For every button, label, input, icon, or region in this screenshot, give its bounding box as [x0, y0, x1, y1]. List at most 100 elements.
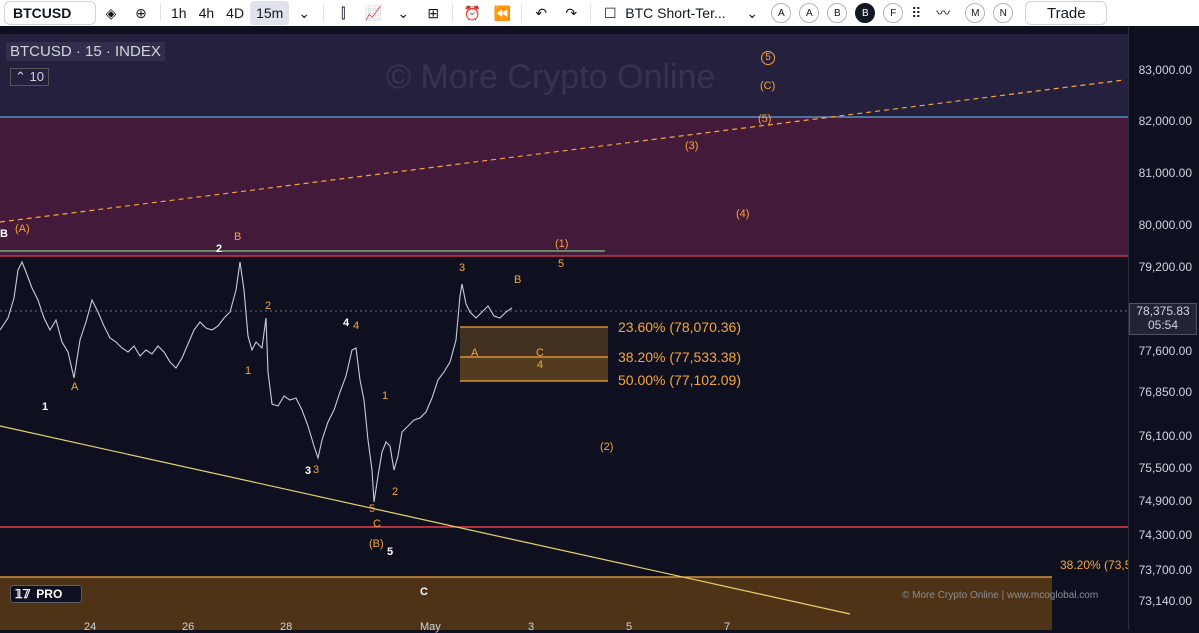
wave-label: (2): [600, 441, 614, 453]
indicator-count: 10: [29, 69, 44, 84]
wave-label: C: [373, 518, 381, 530]
fib-label-236: 23.60% (78,070.36): [618, 319, 741, 335]
wave-label: 2: [216, 243, 223, 255]
support-zone-bottom: [0, 577, 1052, 630]
divider: [323, 4, 325, 22]
time-tick: 7: [724, 621, 731, 633]
letter-button-m[interactable]: M: [965, 3, 986, 23]
chevron-down-icon[interactable]: ⌄: [388, 0, 418, 26]
timeframe-4h[interactable]: 4h: [193, 0, 221, 26]
price-tick: 82,000.00: [1138, 114, 1192, 128]
price-tick: 76,100.00: [1138, 429, 1192, 443]
wave-tool-icon[interactable]: 〰: [925, 0, 961, 26]
price-tick: 73,140.00: [1138, 594, 1192, 608]
price-tick: 73,700.00: [1138, 563, 1192, 577]
wave-label: 5: [558, 258, 565, 270]
price-tick: 81,000.00: [1138, 166, 1192, 180]
letter-button-b-selected[interactable]: B: [855, 3, 876, 23]
wave-label: B: [234, 231, 242, 243]
wave-label: (5): [758, 113, 772, 125]
time-tick: 28: [280, 621, 293, 633]
wave-label: (3): [685, 140, 699, 152]
resistance-zone-main: [0, 117, 1128, 256]
wave-label: 1: [42, 401, 49, 413]
letter-button-f[interactable]: F: [883, 3, 904, 23]
timeframe-4d[interactable]: 4D: [220, 0, 250, 26]
divider: [452, 4, 454, 22]
wave-label: A: [471, 347, 479, 359]
time-tick: 26: [182, 621, 195, 633]
price-tick: 75,500.00: [1138, 461, 1192, 475]
bar-countdown: 05:54: [1147, 318, 1179, 332]
fib-label-bottom: 38.20% (73,5: [1060, 558, 1132, 572]
wave-label: 4: [343, 317, 350, 329]
wave-label: B: [0, 228, 8, 240]
fib-label-382: 38.20% (77,533.38): [618, 349, 741, 365]
symbol-search[interactable]: BTCUSD: [4, 1, 96, 25]
wave-label: 3: [305, 465, 312, 477]
wave-label: 1: [382, 390, 389, 402]
trade-button[interactable]: Trade: [1025, 1, 1108, 25]
undo-icon[interactable]: ↶: [526, 0, 556, 26]
price-tick: 80,000.00: [1138, 218, 1192, 232]
wave-label: 3: [459, 262, 466, 274]
replay-icon[interactable]: ⏪: [487, 0, 517, 26]
tv-logo-icon: 𝟙𝟟: [15, 587, 31, 601]
alert-diamond-icon[interactable]: ◈: [96, 0, 126, 26]
wave-label: 5: [369, 503, 376, 515]
fib-label-500: 50.00% (77,102.09): [618, 372, 741, 388]
time-tick: 5: [626, 621, 633, 633]
add-symbol-icon[interactable]: ⊕: [126, 0, 156, 26]
wave-label: (B): [369, 538, 384, 550]
wave-label-circled: 5: [761, 51, 775, 65]
chevron-down-icon[interactable]: ⌄: [737, 0, 767, 26]
tradingview-logo: 𝟙𝟟 PRO: [10, 585, 82, 603]
wave-label: A: [71, 381, 79, 393]
chevron-down-icon[interactable]: ⌄: [289, 0, 319, 26]
alert-clock-icon[interactable]: ⏰: [457, 0, 487, 26]
wave-label: C: [420, 586, 428, 598]
wave-label: (1): [555, 238, 569, 250]
wave-label: (4): [736, 208, 750, 220]
price-tick: 74,900.00: [1138, 494, 1192, 508]
timeframe-1h[interactable]: 1h: [165, 0, 193, 26]
wave-label: 4: [537, 359, 544, 371]
wave-label: (A): [15, 223, 30, 235]
indicator-count-toggle[interactable]: ⌃ 10: [10, 68, 49, 86]
watermark: © More Crypto Online: [386, 58, 716, 96]
chart-canvas[interactable]: [0, 26, 1199, 630]
letter-button-n[interactable]: N: [993, 3, 1014, 23]
price-tick: 74,300.00: [1138, 528, 1192, 542]
drag-handle-icon[interactable]: ⠿: [907, 0, 925, 26]
current-price: 78,375.83: [1136, 304, 1190, 318]
wave-label: C: [536, 347, 544, 359]
letter-button-b[interactable]: B: [827, 3, 848, 23]
pro-badge: PRO: [36, 587, 63, 601]
credit-text: © More Crypto Online | www.mcoglobal.com: [902, 590, 1099, 601]
fib-box-lower: [460, 357, 608, 381]
letter-button-a2[interactable]: A: [799, 3, 820, 23]
divider: [590, 4, 592, 22]
price-tick: 77,600.00: [1138, 344, 1192, 358]
wave-label: 2: [392, 486, 399, 498]
candles-icon[interactable]: ⫿: [328, 0, 358, 26]
price-tick: 79,200.00: [1138, 260, 1192, 274]
layout-name[interactable]: BTC Short-Ter...: [625, 0, 737, 26]
wave-label: B: [514, 274, 522, 286]
layout-box-icon[interactable]: ☐: [595, 0, 625, 26]
wave-label: 1: [245, 365, 252, 377]
wave-label: 3: [313, 464, 320, 476]
timeframe-15m[interactable]: 15m: [250, 1, 290, 25]
chart-legend-title[interactable]: BTCUSD · 15 · INDEX: [6, 42, 165, 61]
letter-button-a[interactable]: A: [771, 3, 792, 23]
top-toolbar: BTCUSD ◈ ⊕ 1h 4h 4D 15m ⌄ ⫿ 📈 ⌄ ⊞ ⏰ ⏪ ↶ …: [0, 0, 1199, 26]
time-tick: 24: [84, 621, 97, 633]
layout-grid-icon[interactable]: ⊞: [418, 0, 448, 26]
price-tick: 83,000.00: [1138, 63, 1192, 77]
wave-label: 4: [353, 320, 360, 332]
time-tick: May: [420, 621, 441, 633]
redo-icon[interactable]: ↷: [556, 0, 586, 26]
indicators-icon[interactable]: 📈: [358, 0, 388, 26]
price-tick: 76,850.00: [1138, 385, 1192, 399]
fib-box-upper: [460, 327, 608, 357]
